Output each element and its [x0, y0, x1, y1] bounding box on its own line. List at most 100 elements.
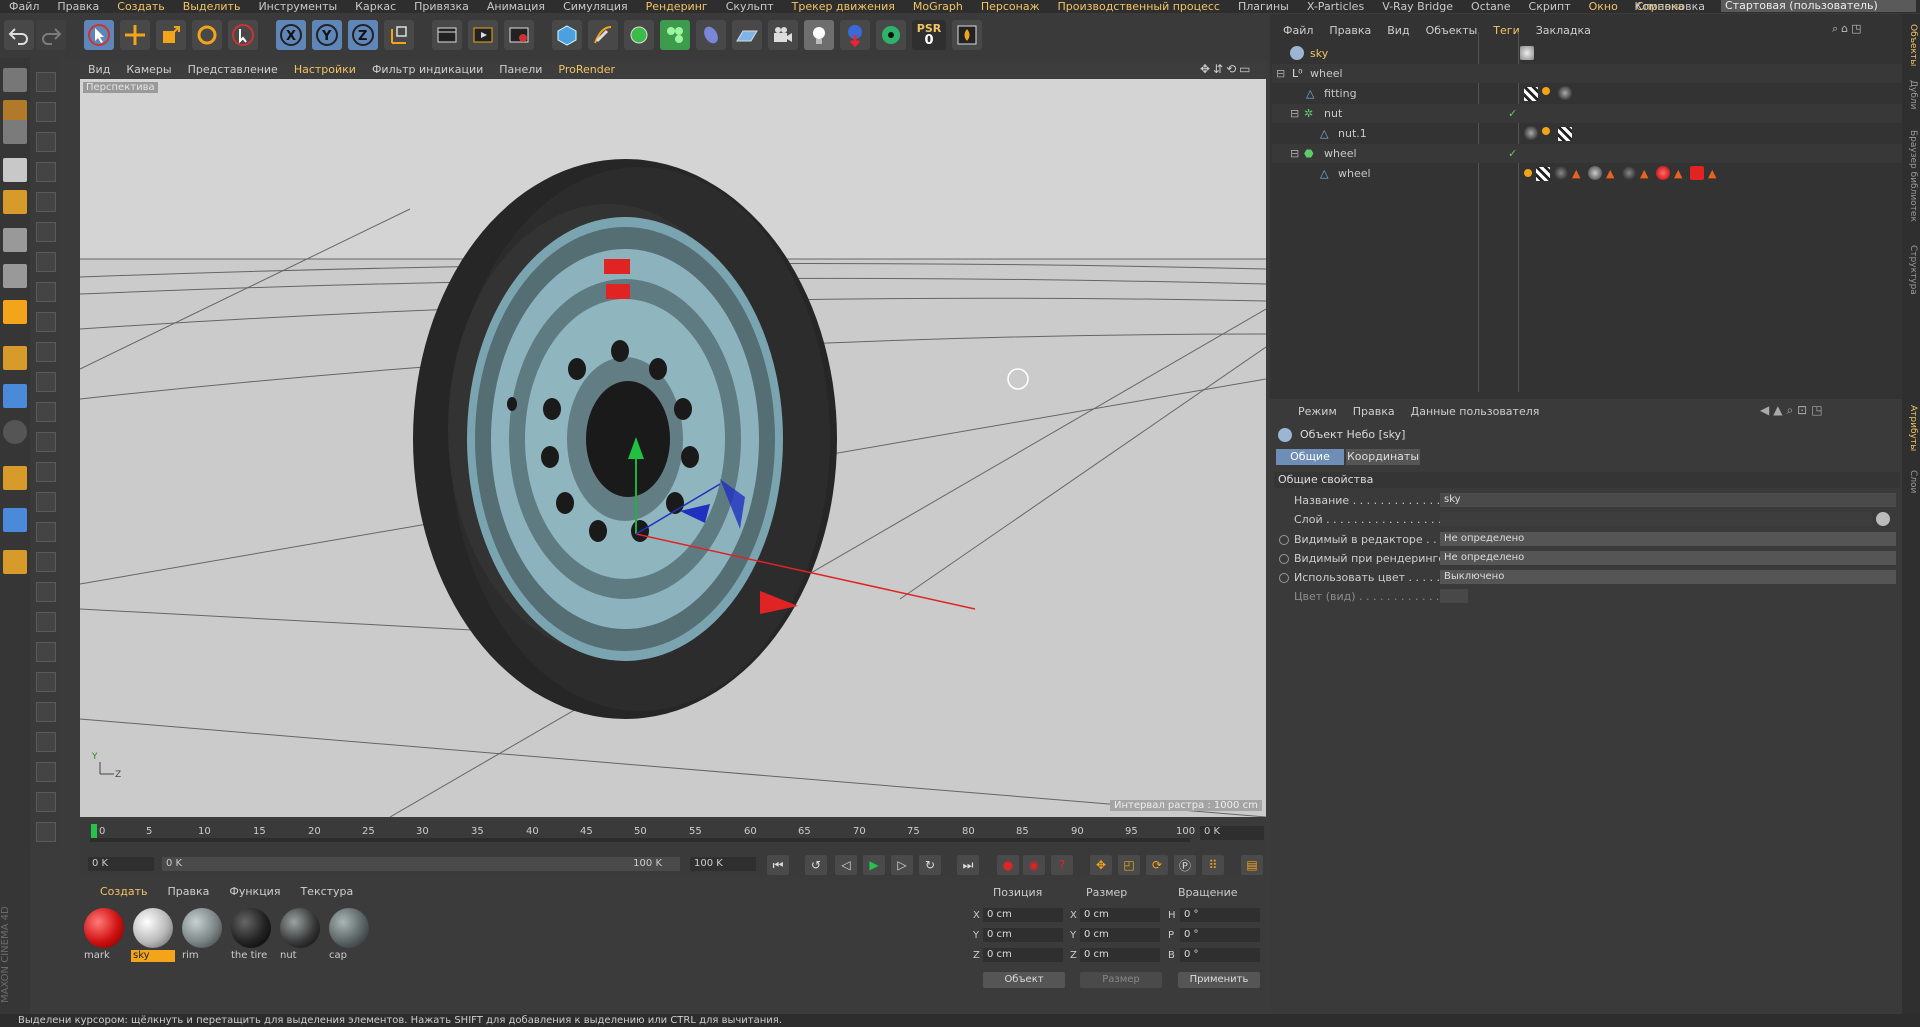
- vp-menu-view[interactable]: Вид: [80, 63, 118, 76]
- size-y-field[interactable]: 0 cm: [1080, 928, 1160, 942]
- timeline-track[interactable]: [90, 838, 1190, 842]
- selection-tag-icon[interactable]: ▲: [1674, 164, 1682, 183]
- tool-slot-icon[interactable]: [36, 642, 56, 662]
- menu-script[interactable]: Скрипт: [1520, 0, 1580, 13]
- name-field[interactable]: sky: [1440, 493, 1896, 507]
- planar-workplane-icon[interactable]: [3, 550, 27, 574]
- render-region-icon[interactable]: [952, 20, 982, 50]
- tool-slot-icon[interactable]: [36, 192, 56, 212]
- rotation-h-field[interactable]: 0 °: [1180, 908, 1260, 922]
- go-to-start-icon[interactable]: ⏮: [767, 855, 789, 875]
- side-tab-content-browser[interactable]: Браузер библиотек: [1904, 130, 1918, 222]
- tool-slot-icon[interactable]: [36, 252, 56, 272]
- tab-coordinates[interactable]: Координаты: [1346, 449, 1420, 465]
- make-editable-icon[interactable]: [3, 68, 27, 92]
- subdivision-icon[interactable]: [624, 20, 654, 50]
- timeline[interactable]: [80, 818, 1266, 856]
- uvw-tag-icon[interactable]: [1542, 127, 1550, 135]
- collapse-icon[interactable]: ⊟: [1290, 144, 1299, 163]
- animate-radio-icon[interactable]: [1279, 535, 1289, 545]
- texture-tag-icon[interactable]: [1536, 167, 1550, 181]
- attribute-nav-icons[interactable]: ◀▲⌕⊡◳: [1760, 403, 1827, 418]
- material-tag-icon[interactable]: [1558, 86, 1572, 100]
- obj-menu-file[interactable]: Файл: [1275, 24, 1321, 37]
- menu-simulate[interactable]: Симуляция: [554, 0, 637, 13]
- octane-icon[interactable]: [876, 20, 906, 50]
- axis-mode-icon[interactable]: [3, 346, 27, 370]
- use-color-select[interactable]: Выключено: [1440, 570, 1896, 584]
- tool-slot-icon[interactable]: [36, 462, 56, 482]
- selection-tag-icon[interactable]: ▲: [1572, 164, 1580, 183]
- rotation-p-field[interactable]: 0 °: [1180, 928, 1260, 942]
- x-axis-icon[interactable]: X: [276, 20, 306, 50]
- psr-indicator[interactable]: PSR 0: [912, 20, 946, 50]
- cube-object-icon[interactable]: [552, 20, 582, 50]
- menu-character[interactable]: Персонаж: [972, 0, 1049, 13]
- y-axis-icon[interactable]: Y: [312, 20, 342, 50]
- next-key-icon[interactable]: ↻: [919, 855, 941, 875]
- light-icon[interactable]: [804, 20, 834, 50]
- layer-picker-icon[interactable]: [1876, 512, 1890, 526]
- tool-slot-icon[interactable]: [36, 522, 56, 542]
- lock-workplane-icon[interactable]: [3, 508, 27, 532]
- workplane-icon[interactable]: [3, 190, 27, 214]
- key-position-icon[interactable]: ✥: [1090, 855, 1112, 875]
- material-tag-icon[interactable]: [1622, 166, 1636, 180]
- menu-window[interactable]: Окно: [1580, 0, 1627, 13]
- material-tag-icon[interactable]: [1524, 126, 1538, 140]
- position-x-field[interactable]: 0 cm: [983, 908, 1063, 922]
- attr-menu-user-data[interactable]: Данные пользователя: [1403, 405, 1548, 418]
- animate-radio-icon[interactable]: [1279, 573, 1289, 583]
- previous-key-icon[interactable]: ↺: [805, 855, 827, 875]
- layout-select[interactable]: Стартовая (пользователь): [1721, 0, 1916, 12]
- render-view-icon[interactable]: [432, 20, 462, 50]
- selection-tag-icon[interactable]: ▲: [1708, 164, 1716, 183]
- object-manager-search-icon[interactable]: ⌕⌂◳: [1832, 22, 1865, 36]
- side-tab-structure[interactable]: Структура: [1904, 245, 1918, 295]
- attr-menu-edit[interactable]: Правка: [1345, 405, 1403, 418]
- menu-snap[interactable]: Привязка: [405, 0, 478, 13]
- viewport-3d[interactable]: Y Z: [80, 79, 1266, 817]
- selection-tag-icon[interactable]: ▲: [1640, 164, 1648, 183]
- material-tag-icon[interactable]: [1554, 166, 1568, 180]
- size-z-field[interactable]: 0 cm: [1080, 948, 1160, 962]
- position-y-field[interactable]: 0 cm: [983, 928, 1063, 942]
- vp-menu-filter[interactable]: Фильтр индикации: [364, 63, 491, 76]
- texture-tag-icon[interactable]: [1558, 127, 1572, 141]
- end-frame-field[interactable]: 100 K: [690, 857, 756, 871]
- side-tab-takes[interactable]: Дубли: [1904, 80, 1918, 110]
- menu-mesh[interactable]: Каркас: [346, 0, 405, 13]
- mat-menu-edit[interactable]: Правка: [158, 885, 220, 898]
- key-pla-icon[interactable]: ⠿: [1202, 855, 1224, 875]
- camera-icon[interactable]: [768, 20, 798, 50]
- texture-tag-icon[interactable]: [1524, 87, 1538, 101]
- obj-menu-tags[interactable]: Теги: [1485, 24, 1527, 37]
- mat-menu-create[interactable]: Создать: [90, 885, 158, 898]
- rotate-icon[interactable]: [192, 20, 222, 50]
- object-row[interactable]: △ fitting: [1272, 84, 1902, 103]
- menu-plugins[interactable]: Плагины: [1229, 0, 1298, 13]
- enabled-check-icon[interactable]: ✓: [1508, 104, 1517, 123]
- polygons-mode-icon[interactable]: [3, 300, 27, 324]
- obj-menu-bookmarks[interactable]: Закладка: [1528, 24, 1599, 37]
- sky-material-tag-icon[interactable]: [1520, 46, 1534, 60]
- viewport-nav-icons[interactable]: ✥⇵⟲▭: [1200, 62, 1254, 76]
- attr-menu-mode[interactable]: Режим: [1290, 405, 1345, 418]
- material-tag-icon[interactable]: [1588, 166, 1602, 180]
- position-z-field[interactable]: 0 cm: [983, 948, 1063, 962]
- tool-slot-icon[interactable]: [36, 132, 56, 152]
- tool-slot-icon[interactable]: [36, 312, 56, 332]
- vp-menu-options[interactable]: Настройки: [286, 63, 364, 76]
- coord-mode-select[interactable]: Объект: [983, 972, 1065, 988]
- timeline-window-icon[interactable]: ▤: [1241, 855, 1263, 875]
- material-swatch[interactable]: rim: [180, 906, 224, 966]
- tool-slot-icon[interactable]: [36, 492, 56, 512]
- obj-menu-view[interactable]: Вид: [1379, 24, 1417, 37]
- tool-slot-icon[interactable]: [36, 612, 56, 632]
- uvw-tag-icon[interactable]: [1542, 87, 1550, 95]
- material-tag-icon[interactable]: [1656, 166, 1670, 180]
- vp-menu-panel[interactable]: Панели: [491, 63, 550, 76]
- menu-vray-bridge[interactable]: V-Ray Bridge: [1373, 0, 1462, 13]
- pen-spline-icon[interactable]: [588, 20, 618, 50]
- move-icon[interactable]: [120, 20, 150, 50]
